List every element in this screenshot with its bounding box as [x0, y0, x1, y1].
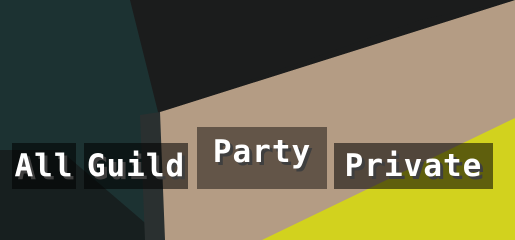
tab-guild-label: Guild — [86, 147, 186, 184]
tab-private[interactable]: Private — [334, 143, 493, 189]
tab-guild[interactable]: Guild — [84, 143, 188, 189]
world-geometry — [0, 0, 515, 240]
tab-all-label: All — [14, 147, 74, 184]
tab-private-label: Private — [344, 147, 483, 184]
game-world-background — [0, 0, 515, 240]
tab-party[interactable]: Party — [197, 127, 327, 189]
tab-party-label: Party — [212, 134, 312, 170]
tab-all[interactable]: All — [12, 143, 76, 189]
